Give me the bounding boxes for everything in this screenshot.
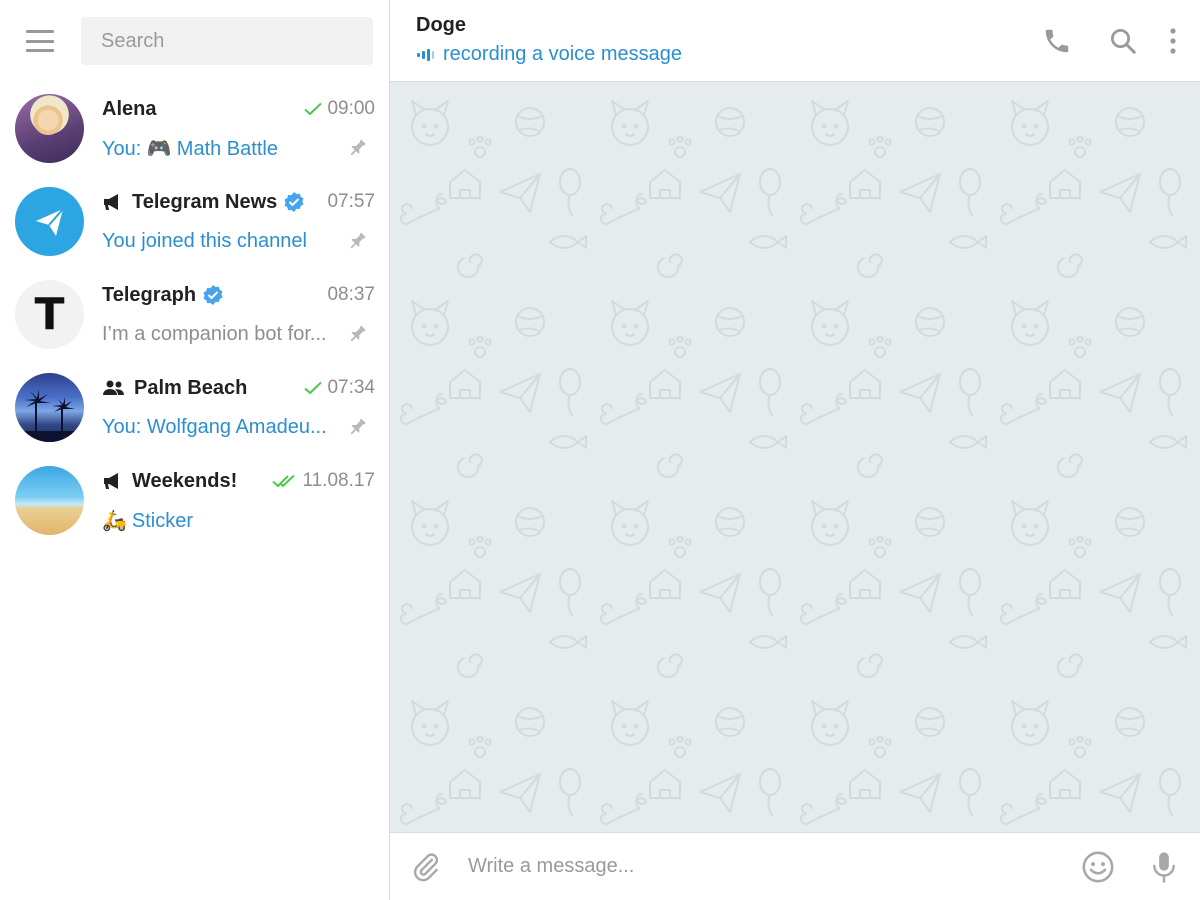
avatar: T [15, 280, 84, 349]
chat-preview: 🛵 Sticker [102, 509, 194, 532]
chat-list: Alena 09:00 You: 🎮 Math Battle Telegram … [0, 82, 389, 547]
pin-icon [346, 322, 370, 346]
verified-badge-icon [202, 284, 224, 306]
chat-body: Telegram News 07:57 You joined this chan… [102, 187, 389, 256]
sidebar-top-bar [0, 0, 389, 82]
chat-name: Palm Beach [102, 377, 247, 400]
megaphone-icon [102, 471, 124, 491]
chat-panel: Doge recording a voice message [390, 0, 1200, 900]
message-input[interactable] [468, 846, 1080, 887]
chat-preview: I’m a companion bot for... [102, 322, 327, 345]
palm-trees-image [15, 389, 84, 442]
double-check-icon [272, 473, 298, 489]
chat-name: Telegraph [102, 284, 224, 307]
megaphone-icon [102, 192, 124, 212]
avatar [15, 466, 84, 535]
chat-item-telegraph[interactable]: T Telegraph 08:37 I’m a companion bot fo… [0, 268, 389, 361]
phone-icon[interactable] [1040, 24, 1074, 58]
chat-body: Palm Beach 07:34 You: Wolfgang Amadeu... [102, 373, 389, 442]
pin-icon [346, 136, 370, 160]
chat-item-weekends[interactable]: Weekends! 11.08.17 🛵 Sticker [0, 454, 389, 547]
hamburger-menu-icon[interactable] [26, 30, 54, 52]
chat-name: Alena [102, 97, 157, 120]
paperclip-icon[interactable] [408, 849, 444, 885]
search-icon[interactable] [1106, 24, 1140, 58]
avatar [15, 187, 84, 256]
paper-plane-icon [35, 207, 64, 236]
single-check-icon [303, 380, 323, 396]
emoji-smile-icon[interactable] [1080, 849, 1116, 885]
search-input[interactable] [81, 17, 373, 65]
microphone-icon[interactable] [1146, 849, 1182, 885]
chat-preview: You: 🎮 Math Battle [102, 137, 278, 160]
chat-item-alena[interactable]: Alena 09:00 You: 🎮 Math Battle [0, 82, 389, 175]
single-check-icon [303, 101, 323, 117]
chat-time: 09:00 [327, 98, 375, 119]
avatar [15, 94, 84, 163]
recording-bars-icon [416, 48, 436, 62]
pin-icon [346, 415, 370, 439]
message-area [390, 82, 1200, 832]
chat-time: 11.08.17 [302, 470, 375, 491]
chat-time: 07:34 [327, 377, 375, 398]
chat-body: Alena 09:00 You: 🎮 Math Battle [102, 94, 389, 163]
doodle-background-pattern [390, 82, 1200, 832]
chat-item-telegram-news[interactable]: Telegram News 07:57 You joined this chan… [0, 175, 389, 268]
chat-time: 08:37 [327, 284, 375, 305]
pin-icon [346, 229, 370, 253]
chat-preview: You: Wolfgang Amadeu... [102, 415, 327, 438]
chat-name: Weekends! [102, 470, 237, 493]
chat-body: Telegraph 08:37 I’m a companion bot for.… [102, 280, 389, 349]
more-options-icon[interactable] [1164, 24, 1182, 58]
chat-item-palm-beach[interactable]: Palm Beach 07:34 You: Wolfgang Amadeu... [0, 361, 389, 454]
chat-header: Doge recording a voice message [390, 0, 1200, 82]
avatar [15, 373, 84, 442]
message-composer [390, 832, 1200, 900]
verified-badge-icon [283, 191, 305, 213]
header-actions [1040, 24, 1182, 58]
group-icon [102, 379, 126, 397]
chat-time: 07:57 [327, 191, 375, 212]
chat-body: Weekends! 11.08.17 🛵 Sticker [102, 466, 389, 535]
chat-name: Telegram News [102, 191, 305, 214]
telegram-app: Alena 09:00 You: 🎮Math Battle [0, 0, 1200, 900]
sidebar: Alena 09:00 You: 🎮Math Battle [0, 0, 390, 900]
chat-preview: You joined this channel [102, 229, 307, 252]
